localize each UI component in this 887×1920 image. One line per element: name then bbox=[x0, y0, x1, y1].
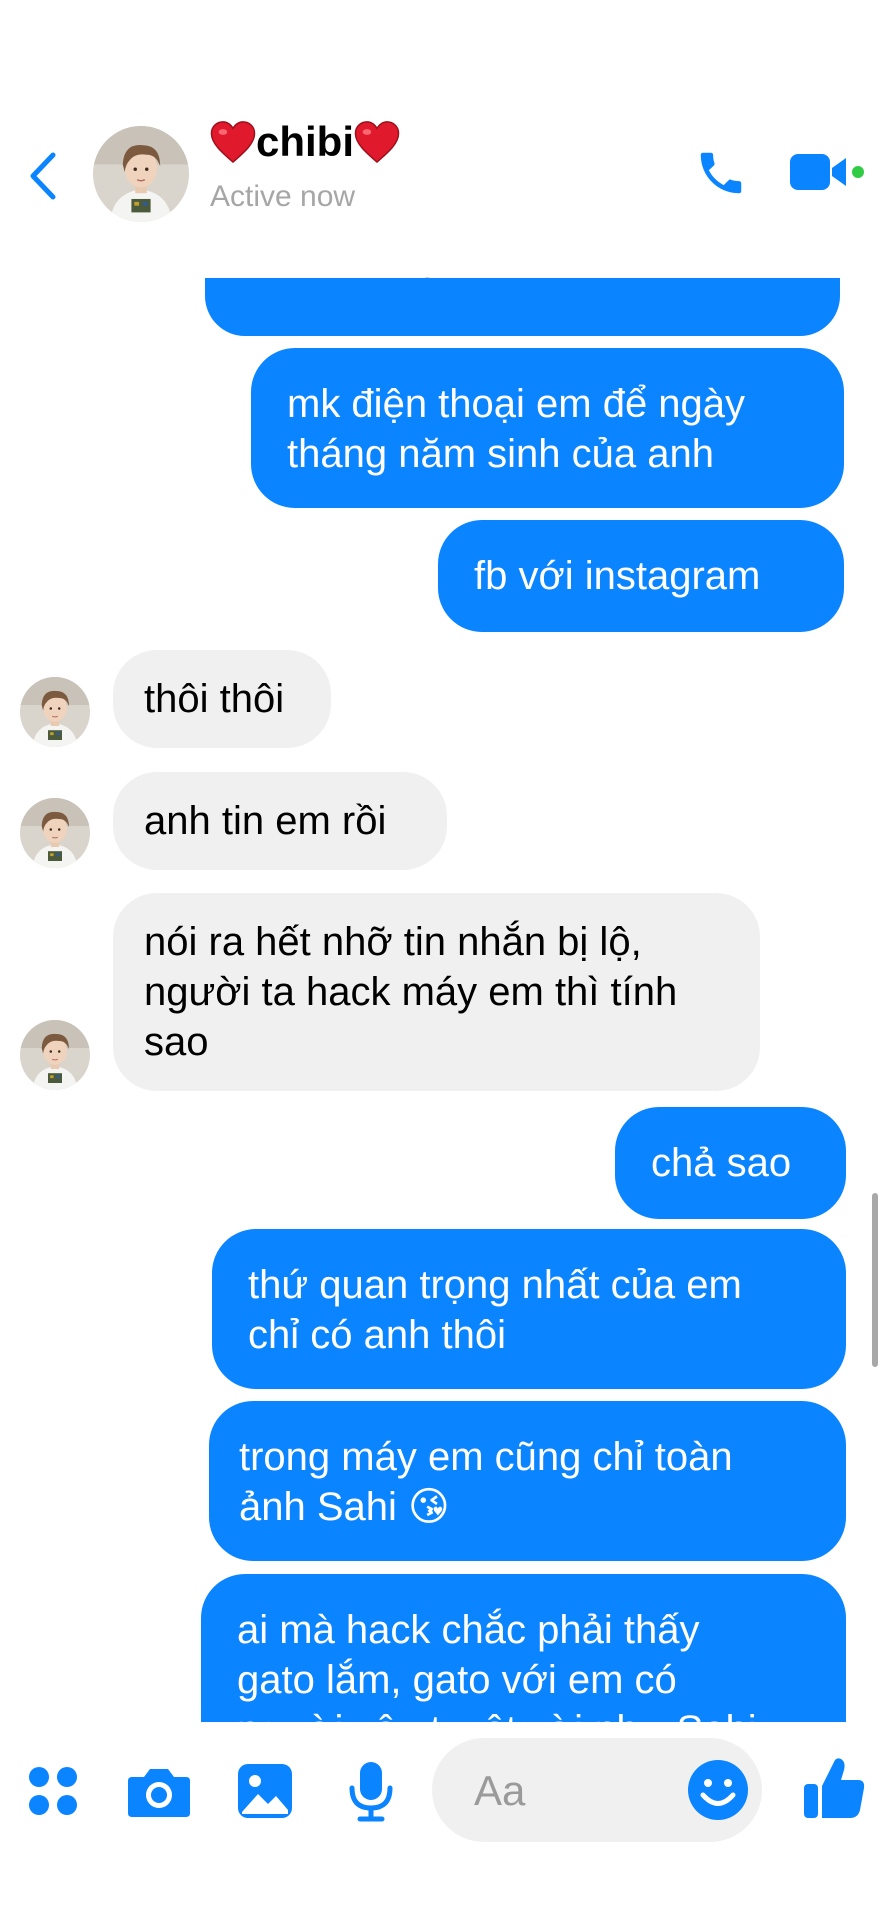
emoji-button[interactable] bbox=[686, 1758, 750, 1822]
message-bubble-received[interactable]: nói ra hết nhỡ tin nhắn bị lộ, người ta … bbox=[113, 893, 760, 1091]
contact-avatar[interactable] bbox=[93, 126, 189, 222]
avatar-image bbox=[93, 126, 189, 222]
message-composer[interactable] bbox=[432, 1738, 762, 1842]
gallery-button[interactable] bbox=[230, 1756, 300, 1826]
contact-avatar-small[interactable] bbox=[20, 1020, 90, 1090]
message-input[interactable] bbox=[472, 1760, 676, 1822]
active-status: Active now bbox=[210, 180, 356, 213]
avatar-image bbox=[20, 798, 90, 868]
thumbs-up-icon bbox=[804, 1758, 865, 1818]
voice-message-button[interactable] bbox=[336, 1756, 406, 1826]
contact-avatar-small[interactable] bbox=[20, 798, 90, 868]
four-dots-icon bbox=[29, 1767, 77, 1815]
message-bubble-sent[interactable]: fb với instagram bbox=[438, 520, 844, 632]
composer-toolbar bbox=[0, 1722, 887, 1920]
smiley-icon bbox=[688, 1760, 748, 1820]
phone-icon bbox=[700, 152, 742, 194]
avatar-image bbox=[20, 1020, 90, 1090]
message-bubble-sent[interactable]: thứ quan trọng nhất của em chỉ có anh th… bbox=[212, 1229, 846, 1389]
contact-name: chibi bbox=[256, 118, 355, 165]
message-bubble-sent[interactable]: chả sao bbox=[615, 1107, 846, 1219]
like-button[interactable] bbox=[796, 1750, 872, 1826]
message-bubble-sent[interactable] bbox=[205, 278, 840, 336]
avatar-image bbox=[20, 677, 90, 747]
camera-button[interactable] bbox=[124, 1756, 194, 1826]
scrollbar[interactable] bbox=[872, 1193, 878, 1367]
contact-name-row[interactable]: chibi bbox=[210, 118, 400, 166]
conversation-header: chibi Active now bbox=[0, 0, 887, 235]
contact-avatar-small[interactable] bbox=[20, 677, 90, 747]
heart-icon bbox=[354, 119, 400, 165]
photo-icon bbox=[238, 1764, 292, 1818]
message-bubble-received[interactable]: thôi thôi bbox=[113, 650, 331, 748]
microphone-icon bbox=[349, 1762, 393, 1822]
message-bubble-received[interactable]: anh tin em rồi bbox=[113, 772, 447, 870]
voice-call-button[interactable] bbox=[690, 142, 752, 204]
message-bubble-sent[interactable]: trong máy em cũng chỉ toàn ảnh Sahi 😘 bbox=[209, 1401, 846, 1561]
heart-icon bbox=[210, 119, 256, 165]
video-call-button[interactable] bbox=[788, 148, 868, 198]
message-bubble-sent[interactable]: mk điện thoại em để ngày tháng năm sinh … bbox=[251, 348, 844, 508]
back-button[interactable] bbox=[12, 140, 72, 212]
apps-button[interactable] bbox=[18, 1756, 88, 1826]
chevron-left-icon bbox=[30, 152, 56, 200]
camera-icon bbox=[128, 1769, 190, 1817]
video-camera-icon bbox=[790, 154, 864, 190]
